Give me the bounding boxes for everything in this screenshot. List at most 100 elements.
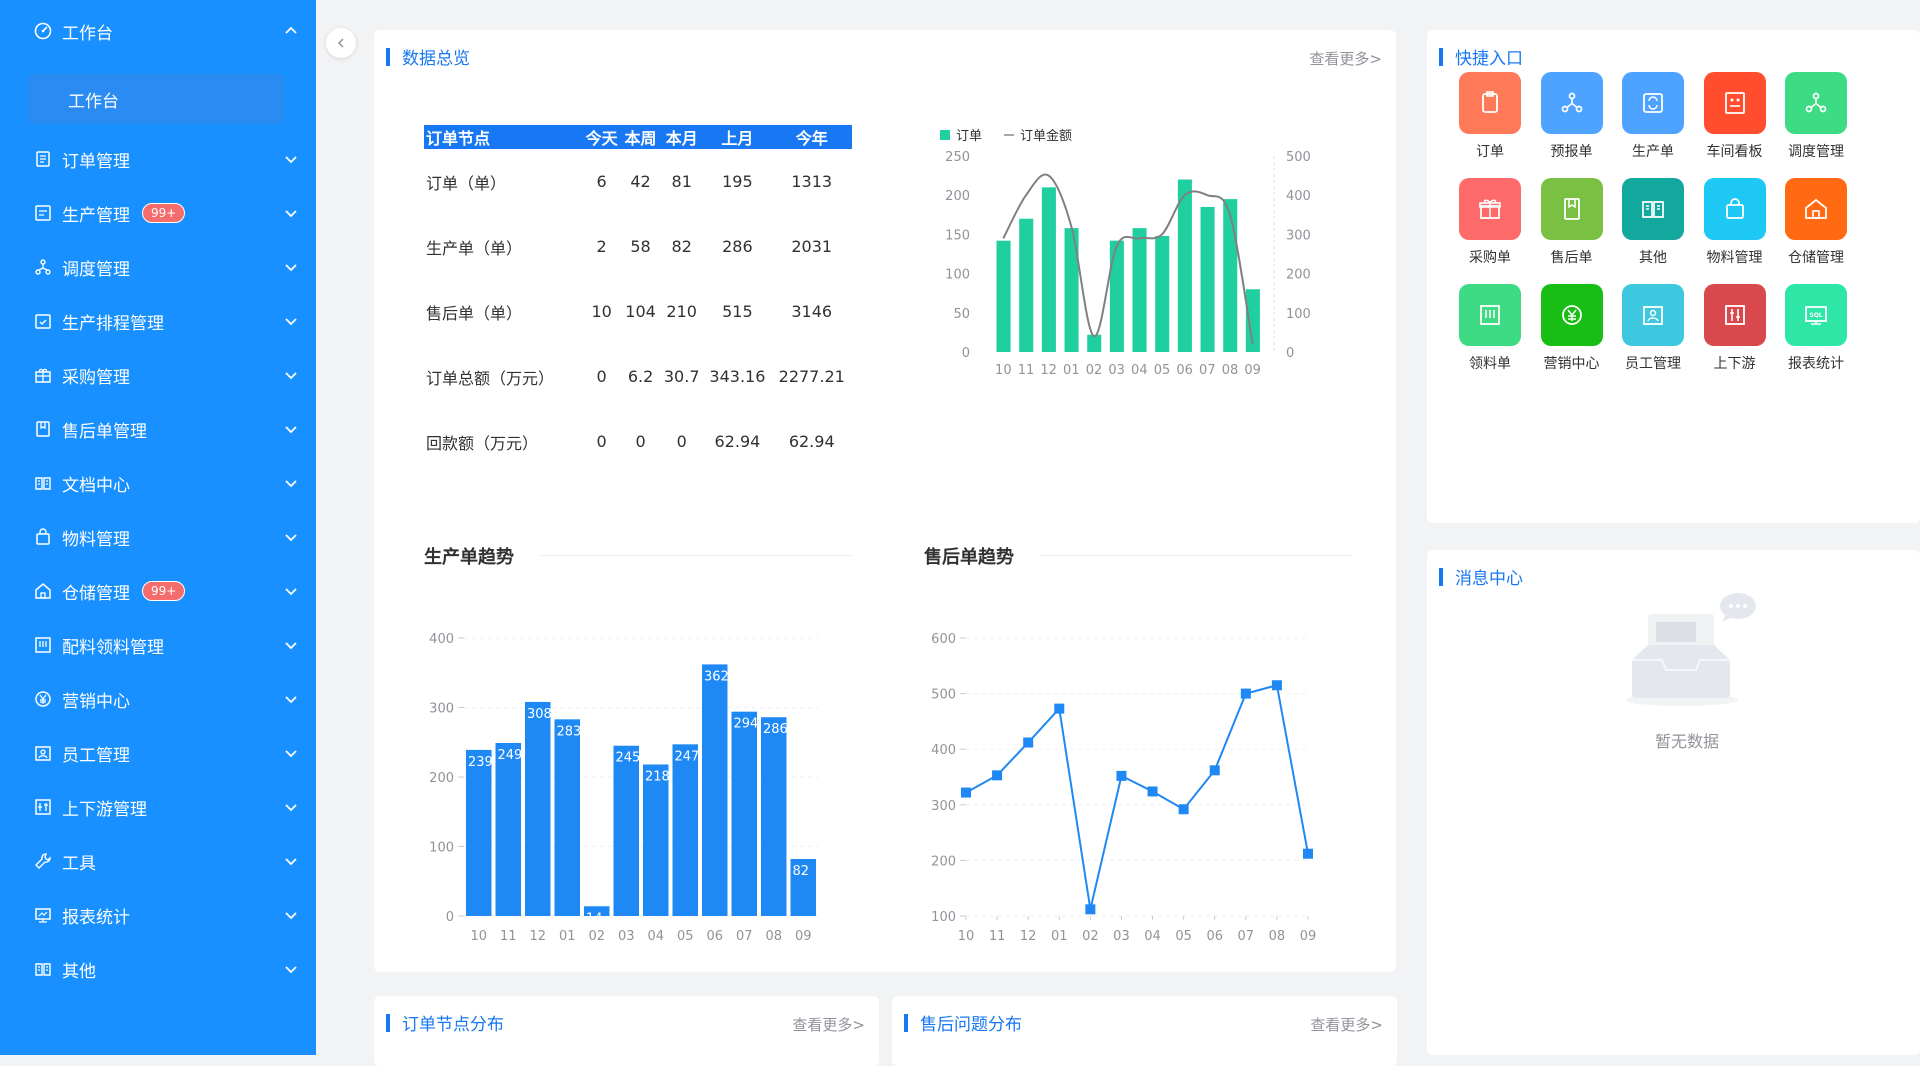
x-tick-label: 03	[1108, 363, 1125, 378]
table-cell: 生产单（单）	[426, 238, 523, 258]
sidebar-item-label: 营销中心	[62, 691, 130, 712]
message-center-card: 消息中心 暂无数据	[1427, 550, 1920, 1055]
production-bar	[613, 745, 639, 916]
x-tick-label: 07	[1238, 929, 1255, 944]
chevron-down-icon	[285, 372, 297, 380]
sidebar-item-12[interactable]: 上下游管理	[0, 780, 316, 834]
aftersale-issue-more-link[interactable]: 查看更多>	[1310, 1014, 1383, 1035]
order-node-title: 订单节点分布	[386, 1010, 504, 1035]
sliders-icon	[1703, 284, 1766, 346]
table-cell: 0	[596, 432, 607, 451]
sidebar-item-label: 报表统计	[62, 907, 130, 928]
data-label: 82	[793, 864, 810, 879]
data-point	[1054, 703, 1065, 714]
chevron-down-icon	[285, 966, 297, 974]
sidebar-item-8[interactable]: 仓储管理 99+	[0, 564, 316, 618]
sidebar-item-label: 其他	[62, 961, 96, 982]
y-right-tick-label: 500	[1286, 150, 1311, 165]
data-label: 283	[557, 724, 582, 739]
y-tick-label: 0	[446, 910, 454, 925]
sidebar-item-1[interactable]: 生产管理 99+	[0, 186, 316, 240]
data-label: 218	[645, 769, 670, 784]
quick-entry-3[interactable]: 车间看板	[1696, 72, 1774, 161]
sidebar-item-label: 员工管理	[62, 745, 130, 766]
quick-entry-9[interactable]: 仓储管理	[1777, 178, 1855, 267]
sidebar-item-3[interactable]: 生产排程管理	[0, 294, 316, 348]
x-tick-label: 11	[500, 929, 517, 944]
collapse-sidebar-button[interactable]	[326, 28, 356, 58]
table-cell: 104	[625, 302, 656, 321]
order-node-more-link[interactable]: 查看更多>	[792, 1014, 865, 1035]
data-point	[1023, 737, 1034, 748]
sidebar-item-0[interactable]: 订单管理	[0, 132, 316, 186]
quick-entry-1[interactable]: 预报单	[1533, 72, 1611, 161]
network-icon	[1540, 72, 1603, 134]
production-icon	[32, 202, 54, 224]
other-icon	[32, 958, 54, 980]
sidebar-item-6[interactable]: 文档中心	[0, 456, 316, 510]
table-cell: 0	[676, 432, 687, 451]
production-trend-title: 生产单趋势	[424, 547, 514, 568]
sidebar-item-label: 仓储管理	[62, 583, 130, 604]
table-cell: 2	[596, 237, 607, 256]
table-cell: 30.7	[663, 367, 700, 386]
sidebar-item-label: 采购管理	[62, 367, 130, 388]
table-cell: 62.94	[714, 432, 761, 451]
sidebar-item-2[interactable]: 调度管理	[0, 240, 316, 294]
quick-entry-5[interactable]: 采购单	[1451, 178, 1529, 267]
bag-icon	[1703, 178, 1766, 240]
quick-entry-7[interactable]: 其他	[1614, 178, 1692, 267]
quick-entry-14[interactable]: SQL 报表统计	[1777, 284, 1855, 373]
quick-entry-11[interactable]: 营销中心	[1533, 284, 1611, 373]
y-tick-label: 0	[962, 346, 970, 361]
sidebar-item-label: 售后单管理	[62, 421, 147, 442]
sidebar-item-9[interactable]: 配料领料管理	[0, 618, 316, 672]
sidebar-item-label: 工具	[62, 853, 96, 874]
quick-entry-10[interactable]: 领料单	[1451, 284, 1529, 373]
quick-entry-13[interactable]: 上下游	[1696, 284, 1774, 373]
production-bar	[761, 717, 787, 916]
x-tick-label: 11	[1018, 363, 1035, 378]
table-header-cell: 今天	[582, 125, 622, 149]
overview-title: 数据总览	[386, 44, 470, 69]
count-badge: 99+	[142, 203, 186, 223]
layout-icon	[1459, 284, 1521, 346]
chevron-down-icon	[285, 696, 297, 704]
y-tick-label: 50	[953, 307, 970, 322]
sidebar-item-workbench[interactable]: 工作台	[0, 0, 316, 62]
quick-entry-0[interactable]: 订单	[1451, 72, 1529, 161]
quick-entry-4[interactable]: 调度管理	[1777, 72, 1855, 161]
sidebar-subitem-workbench[interactable]: 工作台	[28, 74, 284, 124]
sidebar-item-7[interactable]: 物料管理	[0, 510, 316, 564]
sidebar-item-5[interactable]: 售后单管理	[0, 402, 316, 456]
x-tick-label: 01	[559, 929, 576, 944]
sidebar-item-14[interactable]: 报表统计	[0, 888, 316, 942]
order-bar	[1109, 240, 1124, 352]
table-header-cell: 今年	[771, 125, 852, 149]
quick-entry-2[interactable]: 生产单	[1614, 72, 1692, 161]
chevron-down-icon	[285, 912, 297, 920]
table-cell: 515	[722, 302, 753, 321]
data-point	[1085, 904, 1096, 915]
y-tick-label: 300	[931, 799, 956, 814]
quick-entry-6[interactable]: 售后单	[1533, 178, 1611, 267]
quick-entry-label: 仓储管理	[1788, 250, 1844, 266]
sidebar-item-4[interactable]: 采购管理	[0, 348, 316, 402]
sidebar-item-10[interactable]: 营销中心	[0, 672, 316, 726]
quick-entry-8[interactable]: 物料管理	[1696, 178, 1774, 267]
chevron-down-icon	[285, 750, 297, 758]
overview-more-link[interactable]: 查看更多>	[1309, 48, 1382, 69]
quick-entry-label: 营销中心	[1543, 356, 1600, 372]
sidebar-item-13[interactable]: 工具	[0, 834, 316, 888]
x-tick-label: 04	[647, 929, 664, 944]
sidebar-item-15[interactable]: 其他	[0, 942, 316, 996]
sidebar-item-11[interactable]: 员工管理	[0, 726, 316, 780]
quick-entry-label: 采购单	[1469, 250, 1511, 266]
table-cell: 82	[671, 237, 692, 256]
x-tick-label: 12	[1020, 929, 1037, 944]
data-label: 239	[468, 755, 493, 770]
data-label: 294	[734, 717, 759, 732]
y-tick-label: 400	[931, 743, 956, 758]
quick-entry-12[interactable]: 员工管理	[1614, 284, 1692, 373]
x-tick-label: 04	[1144, 929, 1161, 944]
